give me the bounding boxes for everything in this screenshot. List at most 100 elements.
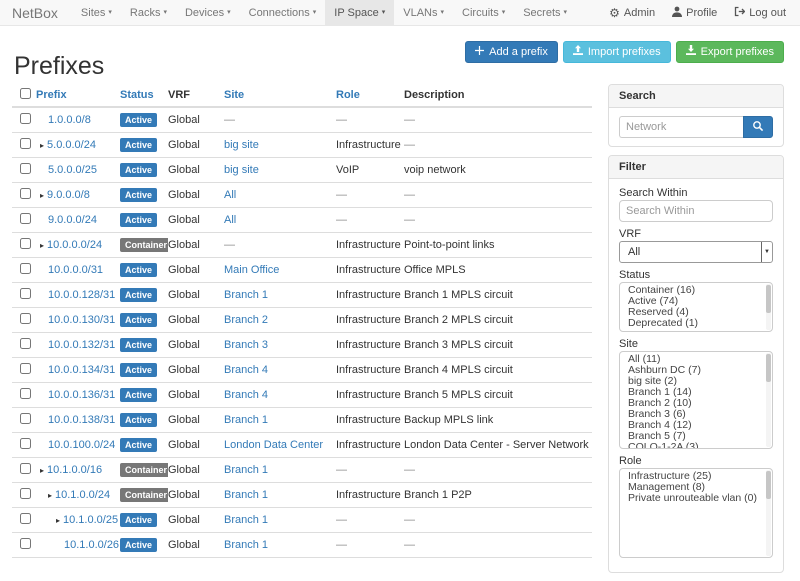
nav-item[interactable]: Sites ▾: [72, 0, 121, 25]
select-all-checkbox[interactable]: [20, 88, 31, 99]
row-checkbox[interactable]: [20, 113, 31, 124]
row-checkbox[interactable]: [20, 263, 31, 274]
listbox-option[interactable]: Infrastructure (25): [628, 471, 764, 482]
prefix-link[interactable]: 10.1.0.0/25: [63, 514, 118, 526]
listbox-option[interactable]: Active (74): [628, 296, 764, 307]
listbox-option[interactable]: big site (2): [628, 376, 764, 387]
site-link[interactable]: Branch 1: [224, 289, 268, 301]
row-checkbox[interactable]: [20, 363, 31, 374]
expand-caret-icon[interactable]: ▸: [48, 491, 52, 500]
prefix-link[interactable]: 1.0.0.0/8: [48, 114, 91, 126]
profile-link[interactable]: Profile: [672, 6, 717, 20]
listbox-option[interactable]: Private unrouteable vlan (0): [628, 493, 764, 504]
listbox-option[interactable]: Management (8): [628, 482, 764, 493]
expand-caret-icon[interactable]: ▸: [40, 191, 44, 200]
prefix-link[interactable]: 10.0.0.132/31: [48, 339, 115, 351]
row-checkbox[interactable]: [20, 163, 31, 174]
row-checkbox[interactable]: [20, 463, 31, 474]
site-link[interactable]: Branch 4: [224, 389, 268, 401]
add-prefix-button[interactable]: Add a prefix: [465, 41, 558, 63]
vrf-select[interactable]: All ▼: [619, 241, 773, 263]
row-checkbox[interactable]: [20, 438, 31, 449]
prefix-link[interactable]: 10.0.0.136/31: [48, 389, 115, 401]
site-link[interactable]: Branch 1: [224, 489, 268, 501]
prefix-link[interactable]: 9.0.0.0/24: [48, 214, 97, 226]
site-link[interactable]: big site: [224, 164, 259, 176]
site-link[interactable]: Branch 1: [224, 464, 268, 476]
admin-link[interactable]: ⚙ Admin: [609, 7, 655, 19]
row-checkbox[interactable]: [20, 288, 31, 299]
expand-caret-icon[interactable]: ▸: [40, 241, 44, 250]
column-header-prefix[interactable]: Prefix: [36, 89, 67, 101]
site-link[interactable]: Branch 1: [224, 514, 268, 526]
search-button[interactable]: [743, 116, 773, 138]
app-brand[interactable]: NetBox: [12, 0, 58, 25]
row-checkbox[interactable]: [20, 213, 31, 224]
prefix-link[interactable]: 10.0.0.0/31: [48, 264, 103, 276]
search-input[interactable]: [619, 116, 743, 138]
row-checkbox[interactable]: [20, 313, 31, 324]
listbox-option[interactable]: Reserved (4): [628, 307, 764, 318]
listbox-option[interactable]: Branch 1 (14): [628, 387, 764, 398]
nav-item[interactable]: Secrets ▾: [514, 0, 576, 25]
row-checkbox[interactable]: [20, 338, 31, 349]
site-listbox[interactable]: All (11) Ashburn DC (7) big site (2) Bra…: [619, 351, 773, 449]
status-listbox[interactable]: Container (16) Active (74) Reserved (4) …: [619, 282, 773, 332]
expand-caret-icon[interactable]: ▸: [40, 466, 44, 475]
prefix-link[interactable]: 10.0.0.138/31: [48, 414, 115, 426]
listbox-option[interactable]: COLO-1-2A (3): [628, 442, 764, 449]
scrollbar-thumb[interactable]: [766, 354, 771, 382]
prefix-link[interactable]: 10.0.0.0/24: [47, 239, 102, 251]
prefix-link[interactable]: 5.0.0.0/24: [47, 139, 96, 151]
site-link[interactable]: All: [224, 189, 236, 201]
site-link[interactable]: Branch 3: [224, 339, 268, 351]
logout-link[interactable]: Log out: [734, 6, 786, 20]
row-checkbox[interactable]: [20, 388, 31, 399]
site-link[interactable]: All: [224, 214, 236, 226]
import-prefixes-button[interactable]: Import prefixes: [563, 41, 671, 63]
scrollbar-thumb[interactable]: [766, 285, 771, 313]
site-link[interactable]: Branch 1: [224, 539, 268, 551]
nav-item[interactable]: Devices ▾: [176, 0, 240, 25]
nav-item[interactable]: Racks ▾: [121, 0, 176, 25]
search-within-input[interactable]: [619, 200, 773, 222]
row-checkbox[interactable]: [20, 538, 31, 549]
row-checkbox[interactable]: [20, 413, 31, 424]
listbox-option[interactable]: All (11): [628, 354, 764, 365]
listbox-option[interactable]: Branch 2 (10): [628, 398, 764, 409]
listbox-option[interactable]: Deprecated (1): [628, 318, 764, 329]
prefix-link[interactable]: 5.0.0.0/25: [48, 164, 97, 176]
prefix-link[interactable]: 10.1.0.0/16: [47, 464, 102, 476]
row-checkbox[interactable]: [20, 138, 31, 149]
listbox-option[interactable]: Branch 3 (6): [628, 409, 764, 420]
nav-item[interactable]: VLANs ▾: [394, 0, 453, 25]
prefix-link[interactable]: 10.0.100.0/24: [48, 439, 115, 451]
prefix-link[interactable]: 10.1.0.0/24: [55, 489, 110, 501]
prefix-link[interactable]: 10.0.0.128/31: [48, 289, 115, 301]
nav-item[interactable]: Connections ▾: [240, 0, 326, 25]
site-link[interactable]: Branch 4: [224, 364, 268, 376]
listbox-option[interactable]: Branch 4 (12): [628, 420, 764, 431]
row-checkbox[interactable]: [20, 238, 31, 249]
listbox-option[interactable]: Branch 5 (7): [628, 431, 764, 442]
row-checkbox[interactable]: [20, 488, 31, 499]
site-link[interactable]: Branch 1: [224, 414, 268, 426]
site-link[interactable]: London Data Center: [224, 439, 323, 451]
row-checkbox[interactable]: [20, 188, 31, 199]
nav-item[interactable]: Circuits ▾: [453, 0, 514, 25]
nav-item[interactable]: IP Space ▾: [325, 0, 394, 25]
scrollbar-thumb[interactable]: [766, 471, 771, 499]
expand-caret-icon[interactable]: ▸: [40, 141, 44, 150]
prefix-link[interactable]: 10.0.0.134/31: [48, 364, 115, 376]
role-listbox[interactable]: Infrastructure (25) Management (8) Priva…: [619, 468, 773, 558]
column-header-role[interactable]: Role: [336, 89, 360, 101]
expand-caret-icon[interactable]: ▸: [56, 516, 60, 525]
site-link[interactable]: Branch 2: [224, 314, 268, 326]
column-header-site[interactable]: Site: [224, 89, 244, 101]
export-prefixes-button[interactable]: Export prefixes: [676, 41, 784, 63]
site-link[interactable]: big site: [224, 139, 259, 151]
column-header-status[interactable]: Status: [120, 89, 154, 101]
site-link[interactable]: Main Office: [224, 264, 279, 276]
listbox-option[interactable]: Ashburn DC (7): [628, 365, 764, 376]
prefix-link[interactable]: 10.0.0.130/31: [48, 314, 115, 326]
